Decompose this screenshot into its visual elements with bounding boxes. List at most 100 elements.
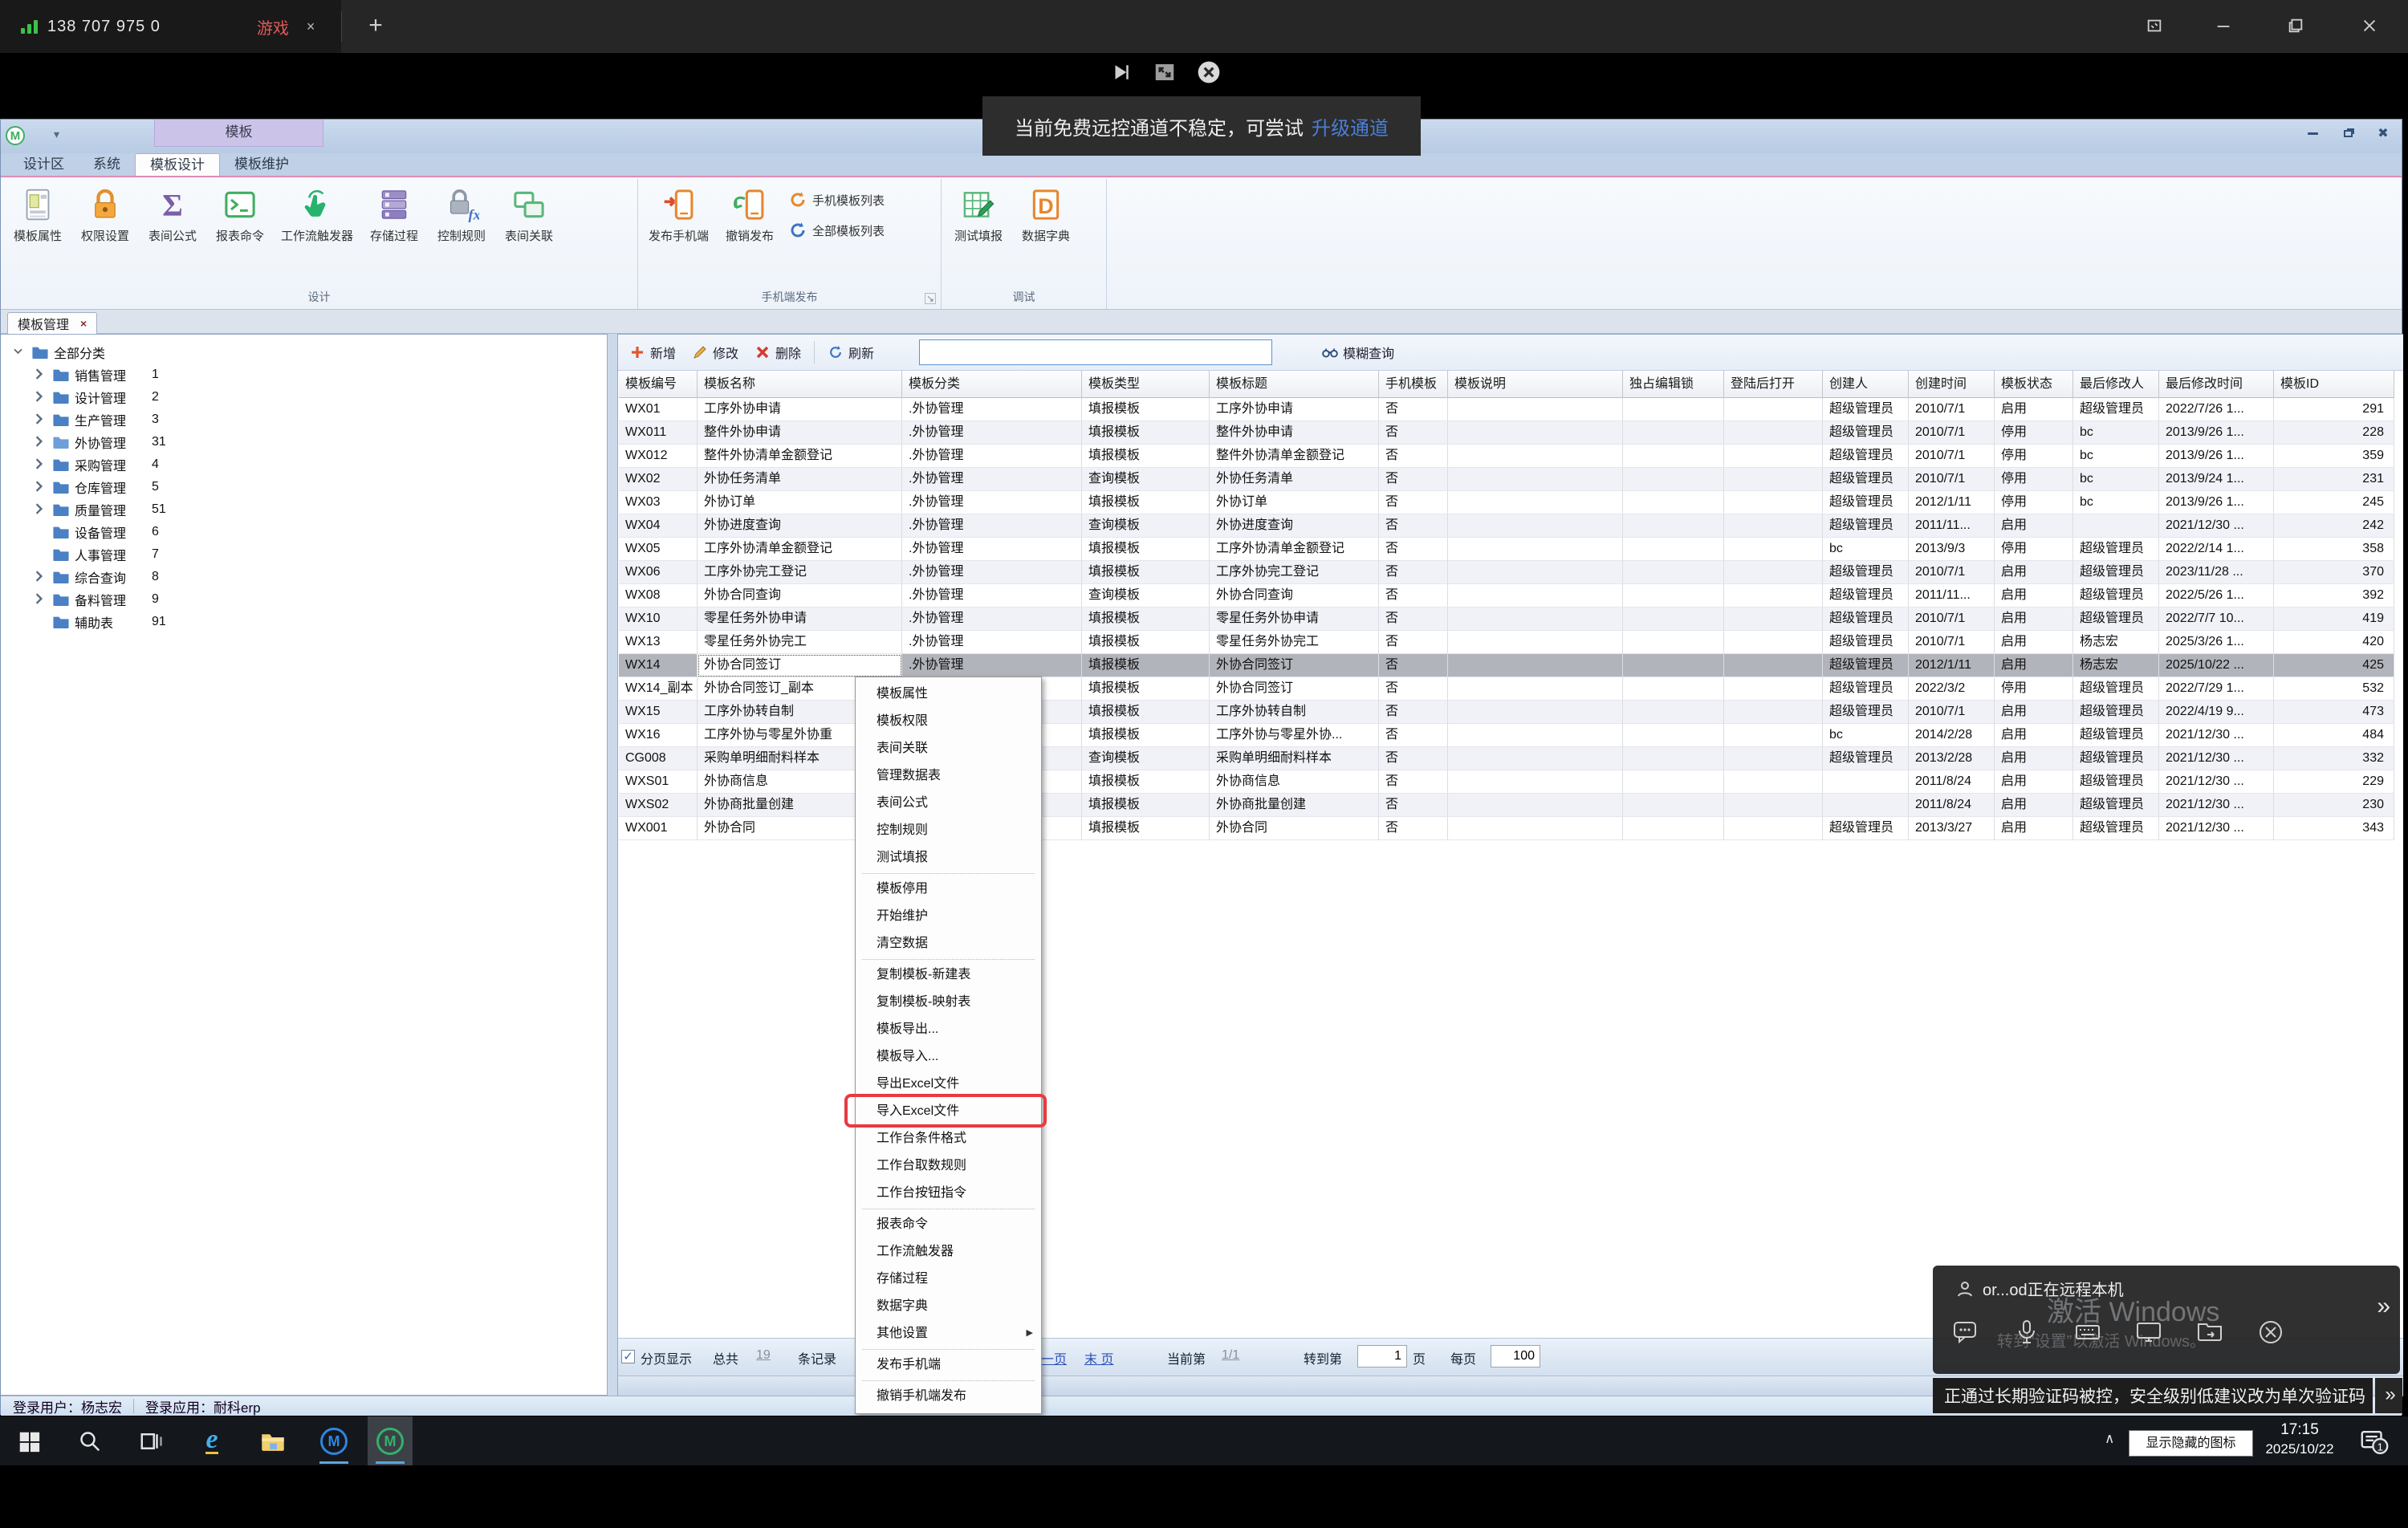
folder-share-icon[interactable] — [2196, 1319, 2223, 1350]
chat-icon[interactable] — [1952, 1319, 1979, 1350]
ribbon-button-phone-publish[interactable]: 发布手机端 — [641, 184, 716, 247]
modify-button[interactable]: 修改 — [684, 339, 746, 366]
menu-item-6[interactable]: 测试填报 — [856, 844, 1041, 872]
menu-item-8[interactable]: 模板停用 — [856, 876, 1041, 903]
column-header-5[interactable]: 手机模板 — [1379, 371, 1448, 398]
erp-close-button[interactable]: ✖ — [2371, 126, 2395, 140]
menu-item-23[interactable]: 工作流触发器 — [856, 1238, 1041, 1266]
menu-item-22[interactable]: 报表命令 — [856, 1211, 1041, 1238]
menu-item-14[interactable]: 模板导出... — [856, 1016, 1041, 1043]
mic-icon[interactable] — [2013, 1319, 2040, 1350]
menu-item-10[interactable]: 清空数据 — [856, 930, 1041, 957]
panel-splitter[interactable] — [608, 334, 617, 1396]
column-header-2[interactable]: 模板分类 — [902, 371, 1082, 398]
column-header-8[interactable]: 登陆后打开 — [1724, 371, 1823, 398]
tree-item-3[interactable]: 外协管理31 — [1, 431, 607, 453]
search-input[interactable] — [919, 339, 1272, 365]
ribbon-button-refresh-orange[interactable]: 手机模板列表 — [788, 190, 885, 209]
menu-item-2[interactable]: 表间关联 — [856, 735, 1041, 762]
column-header-1[interactable]: 模板名称 — [698, 371, 902, 398]
column-header-6[interactable]: 模板说明 — [1448, 371, 1623, 398]
table-row[interactable]: WX03外协订单.外协管理填报模板外协订单否超级管理员2012/1/11停用bc… — [619, 491, 2395, 514]
table-row[interactable]: WX05工序外协清单金额登记.外协管理填报模板工序外协清单金额登记否bc2013… — [619, 538, 2395, 561]
menu-item-3[interactable]: 管理数据表 — [856, 762, 1041, 790]
menu-item-5[interactable]: 控制规则 — [856, 817, 1041, 844]
fit-screen-icon[interactable] — [1153, 60, 1177, 88]
table-row[interactable]: WX08外协合同查询.外协管理查询模板外协合同查询否超级管理员2011/11..… — [619, 584, 2395, 608]
menu-item-4[interactable]: 表间公式 — [856, 790, 1041, 817]
menu-item-1[interactable]: 模板权限 — [856, 708, 1041, 735]
table-row[interactable]: WX10零星任务外协申请.外协管理填报模板零星任务外协申请否超级管理员2010/… — [619, 608, 2395, 631]
delete-button[interactable]: 删除 — [746, 339, 809, 366]
column-header-11[interactable]: 模板状态 — [1995, 371, 2073, 398]
menu-item-13[interactable]: 复制模板-映射表 — [856, 989, 1041, 1016]
close-button[interactable] — [2352, 10, 2387, 42]
fuzzy-query-button[interactable]: 模糊查询 — [1314, 339, 1402, 366]
remote-session-tab[interactable]: 138 707 975 0 游戏 × — [0, 0, 341, 53]
chevron-right-icon[interactable] — [35, 593, 47, 606]
ribbon-button-refresh-blue[interactable]: 全部模板列表 — [788, 221, 885, 240]
chevron-right-icon[interactable] — [35, 413, 47, 426]
tree-item-0[interactable]: 销售管理1 — [1, 364, 607, 386]
task-view-button[interactable] — [128, 1416, 173, 1465]
app-green-m-button[interactable]: M — [368, 1416, 413, 1465]
menu-item-12[interactable]: 复制模板-新建表 — [856, 961, 1041, 989]
table-row[interactable]: WX06工序外协完工登记.外协管理填报模板工序外协完工登记否超级管理员2010/… — [619, 561, 2395, 584]
upgrade-channel-link[interactable]: 升级通道 — [1312, 112, 1389, 140]
ribbon-button-test-fill[interactable]: 测试填报 — [945, 184, 1012, 247]
tree-item-1[interactable]: 设计管理2 — [1, 386, 607, 408]
erp-maximize-button[interactable] — [2336, 126, 2360, 140]
tree-item-4[interactable]: 采购管理4 — [1, 453, 607, 476]
game-tab-label[interactable]: 游戏 — [257, 15, 289, 39]
column-header-0[interactable]: 模板编号 — [619, 371, 698, 398]
ribbon-tab-1[interactable]: 系统 — [79, 153, 135, 176]
menu-item-18[interactable]: 工作台条件格式 — [856, 1125, 1041, 1152]
column-header-9[interactable]: 创建人 — [1823, 371, 1909, 398]
tree-item-5[interactable]: 仓库管理5 — [1, 476, 607, 498]
menu-item-25[interactable]: 数据字典 — [856, 1293, 1041, 1320]
ribbon-button-dictionary[interactable]: D数据字典 — [1012, 184, 1080, 247]
ribbon-button-lock-fx[interactable]: fx控制规则 — [428, 184, 495, 247]
app-blue-m-button[interactable]: M — [311, 1416, 356, 1465]
refresh-button[interactable]: 刷新 — [820, 339, 882, 366]
goto-page-input[interactable] — [1357, 1345, 1407, 1367]
table-row[interactable]: WX02外协任务清单.外协管理查询模板外协任务清单否超级管理员2010/7/1停… — [619, 468, 2395, 491]
column-header-10[interactable]: 创建时间 — [1909, 371, 1995, 398]
chevron-down-icon[interactable] — [14, 346, 26, 359]
menu-item-9[interactable]: 开始维护 — [856, 903, 1041, 930]
ribbon-button-terminal[interactable]: 报表命令 — [206, 184, 274, 247]
table-row[interactable]: WX14外协合同签订.外协管理填报模板外协合同签订否超级管理员2012/1/11… — [619, 654, 2395, 677]
menu-item-26[interactable]: 其他设置▶ — [856, 1320, 1041, 1347]
end-session-icon[interactable] — [2257, 1319, 2284, 1350]
ribbon-button-lock[interactable]: 权限设置 — [71, 184, 139, 247]
table-row[interactable]: WX011整件外协申请.外协管理填报模板整件外协申请否超级管理员2010/7/1… — [619, 421, 2395, 445]
paging-checkbox[interactable]: ✓ — [621, 1350, 635, 1363]
tree-item-10[interactable]: 备料管理9 — [1, 588, 607, 611]
menu-item-24[interactable]: 存储过程 — [856, 1266, 1041, 1293]
search-button[interactable] — [67, 1416, 112, 1465]
quick-access-dropdown-icon[interactable]: ▾ — [54, 128, 59, 141]
doc-tab-close-icon[interactable]: × — [80, 317, 87, 330]
menu-item-16[interactable]: 导出Excel文件 — [856, 1071, 1041, 1098]
start-button[interactable] — [6, 1416, 51, 1465]
ribbon-tab-2[interactable]: 模板设计 — [135, 153, 220, 176]
per-page-input[interactable] — [1491, 1345, 1540, 1367]
erp-minimize-button[interactable] — [2300, 126, 2325, 140]
menu-item-15[interactable]: 模板导入... — [856, 1043, 1041, 1071]
panel-expand-icon[interactable]: » — [2377, 1293, 2387, 1320]
tab-close-icon[interactable]: × — [307, 18, 315, 35]
new-tab-button[interactable]: + — [360, 11, 392, 42]
doc-tab-template-management[interactable]: 模板管理 × — [7, 312, 97, 334]
column-header-12[interactable]: 最后修改人 — [2073, 371, 2159, 398]
maximize-button[interactable] — [2278, 10, 2313, 42]
menu-item-19[interactable]: 工作台取数规则 — [856, 1152, 1041, 1180]
next-page-link[interactable]: 一页 — [1041, 1348, 1067, 1367]
last-page-link[interactable]: 末 页 — [1084, 1348, 1113, 1367]
menu-item-20[interactable]: 工作台按钮指令 — [856, 1180, 1041, 1207]
column-header-14[interactable]: 模板ID — [2274, 371, 2394, 398]
tree-item-6[interactable]: 质量管理51 — [1, 498, 607, 521]
table-row[interactable]: WX012整件外协清单金额登记.外协管理填报模板整件外协清单金额登记否超级管理员… — [619, 445, 2395, 468]
menu-item-30[interactable]: 撤销手机端发布 — [856, 1383, 1041, 1410]
column-header-13[interactable]: 最后修改时间 — [2159, 371, 2274, 398]
chevron-right-icon[interactable] — [35, 458, 47, 471]
